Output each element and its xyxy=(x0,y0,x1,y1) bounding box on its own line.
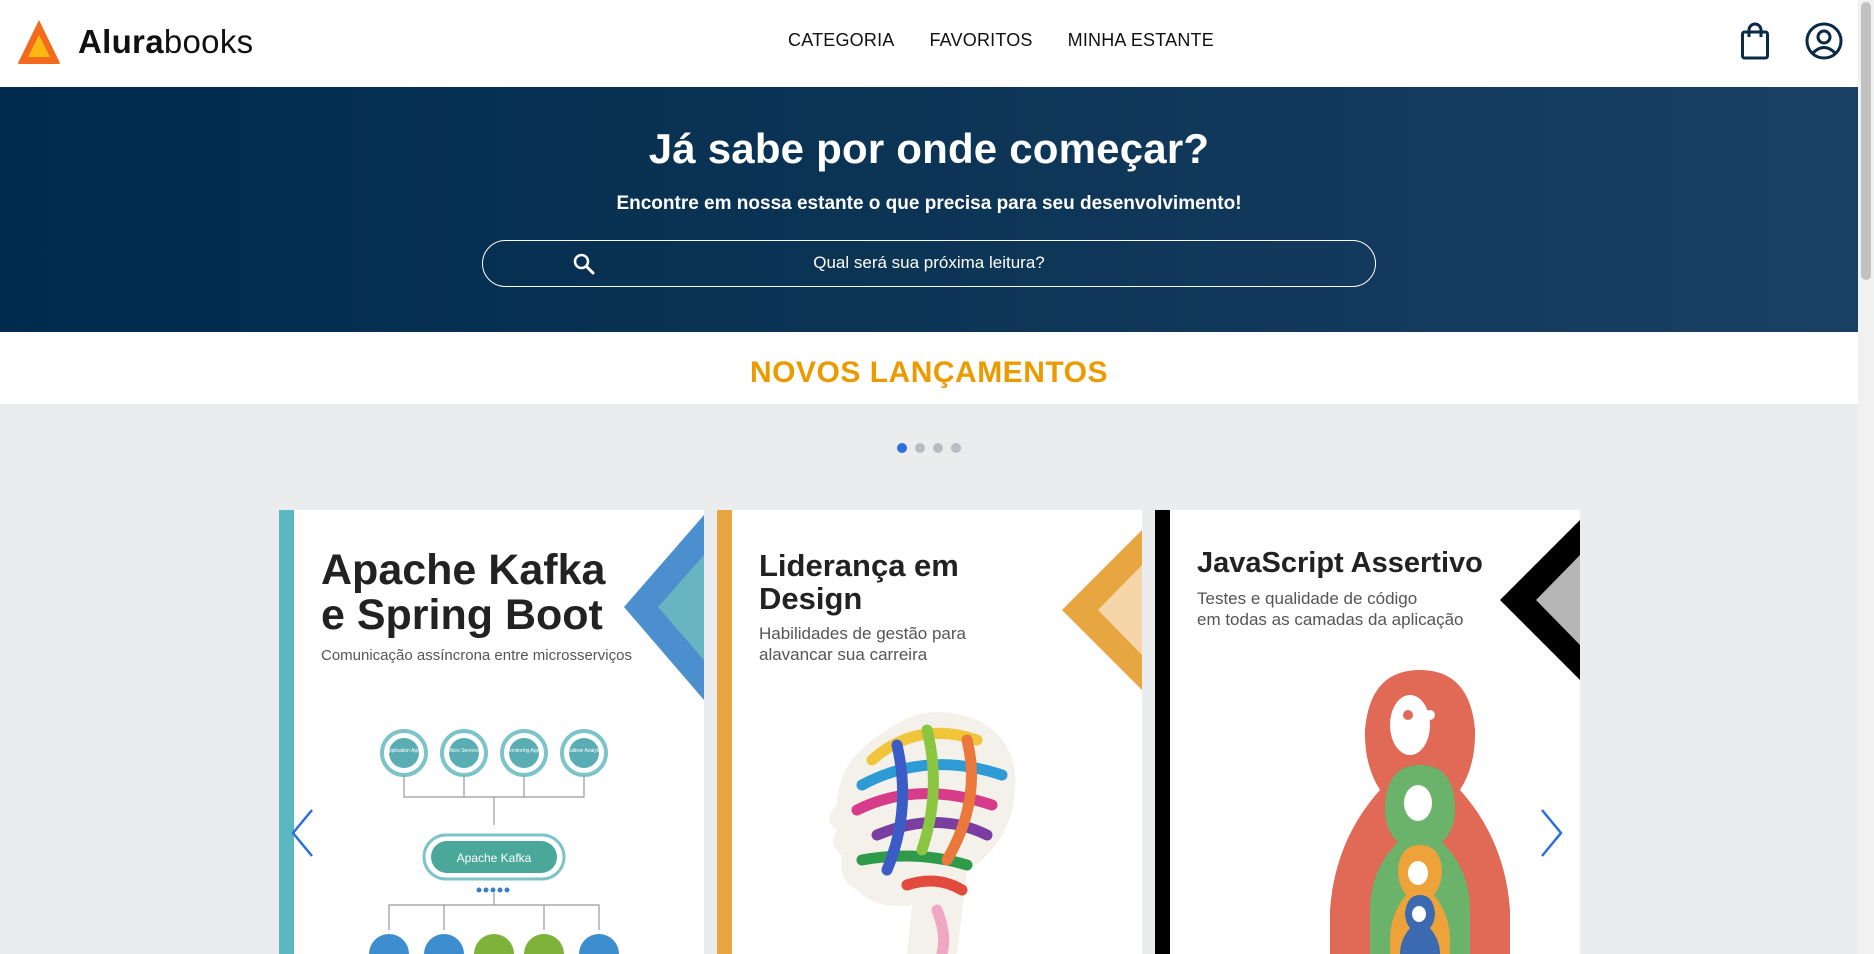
hero-banner: Já sabe por onde começar? Encontre em no… xyxy=(0,87,1858,332)
section-title: NOVOS LANÇAMENTOS xyxy=(750,356,1108,389)
nesting-doll-illustration xyxy=(1330,670,1510,954)
logo-triangle-icon xyxy=(18,20,60,64)
user-icon[interactable] xyxy=(1805,22,1843,65)
carousel-prev-arrow-icon[interactable] xyxy=(290,808,314,863)
scrollbar-thumb[interactable] xyxy=(1861,2,1871,280)
carousel-pagination xyxy=(897,443,961,453)
svg-text:Realtime Analytics: Realtime Analytics xyxy=(564,748,605,754)
hero-title: Já sabe por onde começar? xyxy=(648,125,1210,172)
logo-text: Alurabooks xyxy=(78,23,254,60)
carousel-dot-2[interactable] xyxy=(915,443,925,453)
carousel-next-arrow-icon[interactable] xyxy=(1540,808,1564,863)
colorful-head-illustration xyxy=(829,712,1016,954)
carousel-dot-1[interactable] xyxy=(897,443,907,453)
book-card-kafka[interactable]: Apache Kafka e Spring Boot Comunicação a… xyxy=(279,510,704,954)
header: Alurabooks CATEGORIA FAVORITOS MINHA EST… xyxy=(0,0,1858,87)
svg-text:Apache Kafka: Apache Kafka xyxy=(457,851,532,865)
shopping-bag-icon[interactable] xyxy=(1740,22,1770,65)
book-title: Liderança em Design xyxy=(759,548,959,616)
svg-text:Micro Services: Micro Services xyxy=(448,748,481,754)
book-subtitle: Comunicação assíncrona entre microsservi… xyxy=(321,647,632,664)
nav-minha-estante[interactable]: MINHA ESTANTE xyxy=(1068,30,1214,51)
cover-stripe xyxy=(717,510,732,954)
cover-chevron-icon xyxy=(1062,530,1142,690)
carousel-dot-4[interactable] xyxy=(951,443,961,453)
page-scrollbar[interactable] xyxy=(1858,0,1874,954)
book-subtitle: Testes e qualidade de código em todas as… xyxy=(1197,589,1464,630)
book-card-lideranca[interactable]: Liderança em Design Habilidades de gestã… xyxy=(717,510,1142,954)
svg-text:Monitoring Apps: Monitoring Apps xyxy=(506,748,542,754)
cover-chevron-icon xyxy=(1500,520,1580,680)
search-box xyxy=(482,240,1376,287)
nav-categoria[interactable]: CATEGORIA xyxy=(788,30,894,51)
search-input[interactable] xyxy=(523,241,1335,285)
cover-stripe xyxy=(1155,510,1170,954)
nav-favoritos[interactable]: FAVORITOS xyxy=(929,30,1032,51)
carousel-dot-3[interactable] xyxy=(933,443,943,453)
book-subtitle: Habilidades de gestão para alavancar sua… xyxy=(759,624,966,665)
book-title: Apache Kafka e Spring Boot xyxy=(321,546,606,640)
section-header: NOVOS LANÇAMENTOS xyxy=(0,332,1858,404)
cover-chevron-icon xyxy=(624,515,704,700)
kafka-diagram: Application Apps Micro Services Monitori… xyxy=(369,729,619,954)
hero-subtitle: Encontre em nossa estante o que precisa … xyxy=(616,193,1242,214)
alurabooks-logo[interactable]: Alurabooks xyxy=(17,19,253,65)
main-nav: CATEGORIA FAVORITOS MINHA ESTANTE xyxy=(788,30,1214,51)
svg-text:Application Apps: Application Apps xyxy=(386,748,423,754)
book-card-javascript[interactable]: JavaScript Assertivo Testes e qualidade … xyxy=(1155,510,1580,954)
cover-stripe xyxy=(279,510,294,954)
book-title: JavaScript Assertivo xyxy=(1197,547,1483,579)
